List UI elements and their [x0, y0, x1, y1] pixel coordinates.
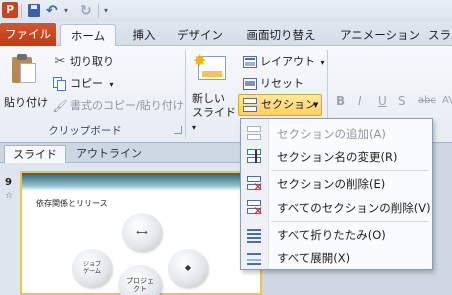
tab-home[interactable]: ホーム	[60, 24, 116, 47]
node-icon: ◆	[184, 263, 192, 272]
expand-all-label: すべて展開(X)	[277, 251, 351, 265]
paste-button[interactable]: 貼り付け	[4, 52, 48, 122]
remove-section-label: セクションの削除(E)	[277, 177, 386, 191]
bubble-left: ジョブ ゲーム	[72, 249, 112, 287]
clipboard-launcher-icon[interactable]	[174, 126, 182, 134]
expand-all-icon	[247, 250, 263, 266]
customize-toolbar-icon[interactable]: ▾	[104, 3, 108, 19]
menu-item-remove-section[interactable]: ✕ セクションの削除(E)	[241, 172, 432, 196]
bubble-right: ◆	[168, 249, 208, 287]
section-dropdown-menu: セクションの追加(A) セクション名の変更(R) ✕ セクションの削除(E) ✕…	[240, 118, 433, 270]
group-divider	[185, 50, 186, 138]
tab-design[interactable]: デザイン	[170, 24, 230, 46]
toolbar-divider	[21, 4, 22, 18]
section-button[interactable]: セクション ▼	[238, 94, 322, 116]
save-icon[interactable]	[26, 3, 42, 19]
new-slide-icon: ✸	[193, 51, 226, 80]
toolbar-divider	[98, 4, 99, 18]
paste-label: 貼り付け	[4, 96, 48, 109]
tab-transitions[interactable]: 画面切り替え	[236, 24, 326, 46]
rename-section-label: セクション名の変更(R)	[277, 150, 398, 164]
menu-item-remove-all-sections[interactable]: ✕ すべてのセクションの削除(V)	[241, 196, 432, 220]
copy-icon	[52, 76, 68, 92]
undo-dropdown-icon[interactable]: ▾	[64, 3, 68, 19]
tab-insert[interactable]: 挿入	[124, 24, 164, 46]
pane-tabs: スライド アウトライン	[0, 143, 262, 163]
bubble-center-text: プロジェ クト	[126, 277, 154, 293]
menu-separator	[271, 170, 429, 171]
remove-all-sections-icon: ✕	[247, 200, 263, 217]
format-painter-icon: 🖌	[52, 99, 68, 113]
tab-file[interactable]: ファイル	[0, 23, 56, 46]
tab-outline[interactable]: アウトライン	[70, 145, 148, 163]
menu-item-rename-section[interactable]: セクション名の変更(R)	[241, 145, 432, 169]
menu-item-add-section[interactable]: セクションの追加(A)	[241, 122, 432, 146]
bold-button[interactable]: B	[336, 92, 345, 110]
add-section-icon	[247, 126, 263, 142]
collapse-all-icon	[247, 227, 263, 243]
ribbon-tabs: ファイル ホーム 挿入 デザイン 画面切り替え アニメーション スライ	[0, 22, 452, 47]
layout-dropdown-icon[interactable]: ▾	[321, 58, 325, 67]
new-slide-label-line1: 新しい	[192, 92, 225, 105]
reset-button[interactable]: リセット	[242, 74, 304, 94]
format-painter-button[interactable]: 🖌 書式のコピー/貼り付け	[52, 96, 184, 116]
cut-button[interactable]: ✂ 切り取り	[52, 52, 114, 72]
redo-icon[interactable]: ↻	[80, 3, 96, 19]
new-slide-dropdown-icon[interactable]: ▾	[192, 123, 196, 132]
slide-header-band	[22, 173, 260, 191]
format-painter-label: 書式のコピー/貼り付け	[70, 99, 184, 112]
slide-number: 9	[5, 177, 12, 188]
character-spacing-button[interactable]: AV	[442, 92, 452, 110]
link-icon: ⟷	[136, 228, 148, 237]
reset-icon	[242, 76, 258, 92]
reset-label: リセット	[260, 77, 304, 90]
slides-pane: スライド アウトライン 9 ☆ 依存関係とリリース ⟷ ジョブ ゲーム プロジェ…	[0, 143, 262, 295]
italic-button[interactable]: I	[358, 92, 362, 110]
tab-slides[interactable]: スライド	[4, 145, 66, 163]
slide-thumbnail[interactable]: 依存関係とリリース ⟷ ジョブ ゲーム プロジェ クト ◆	[20, 171, 262, 295]
clipboard-group-label: クリップボード	[48, 125, 122, 137]
tab-slideshow[interactable]: スライ	[428, 24, 452, 46]
layout-icon	[242, 54, 258, 70]
section-label: セクション	[261, 98, 316, 111]
strikethrough-button[interactable]: abc	[418, 92, 436, 110]
bubble-left-text: ジョブ ゲーム	[82, 261, 101, 275]
slide-transition-icon: ☆	[5, 191, 14, 201]
slide-title: 依存関係とリリース	[36, 199, 108, 208]
menu-item-expand-all[interactable]: すべて展開(X)	[241, 246, 432, 270]
remove-all-sections-label: すべてのセクションの削除(V)	[277, 201, 431, 215]
clipboard-paste-icon	[12, 54, 36, 84]
add-section-label: セクションの追加(A)	[277, 127, 386, 141]
layout-button[interactable]: レイアウト ▾	[242, 52, 325, 72]
powerpoint-app-icon[interactable]: P	[2, 2, 18, 18]
bubble-center: プロジェ クト	[118, 265, 162, 295]
copy-dropdown-icon[interactable]: ▾	[110, 80, 114, 89]
undo-icon[interactable]: ↶	[46, 3, 62, 19]
remove-section-icon: ✕	[247, 176, 263, 193]
copy-button[interactable]: コピー ▾	[52, 74, 114, 94]
shadow-button[interactable]: S	[398, 92, 406, 110]
cut-label: 切り取り	[70, 55, 114, 68]
new-slide-label: 新しい スライド ▾	[192, 92, 236, 135]
new-slide-label-line2: スライド	[192, 106, 236, 119]
underline-button[interactable]: U	[378, 92, 387, 110]
quick-access-toolbar: P ↶ ▾ ↻ ▾	[0, 0, 452, 22]
tab-animations[interactable]: アニメーション	[332, 24, 428, 46]
menu-item-collapse-all[interactable]: すべて折りたたみ(O)	[241, 223, 432, 247]
section-icon	[243, 98, 259, 113]
bubble-top: ⟷	[122, 213, 162, 251]
collapse-all-label: すべて折りたたみ(O)	[277, 228, 386, 242]
section-dropdown-icon: ▼	[313, 101, 319, 109]
new-slide-button[interactable]: ✸ 新しい スライド ▾	[190, 51, 236, 132]
copy-label: コピー	[70, 77, 103, 90]
layout-label: レイアウト	[260, 55, 315, 68]
scissors-icon: ✂	[54, 54, 66, 69]
menu-separator	[271, 221, 429, 222]
rename-section-icon	[247, 149, 263, 165]
